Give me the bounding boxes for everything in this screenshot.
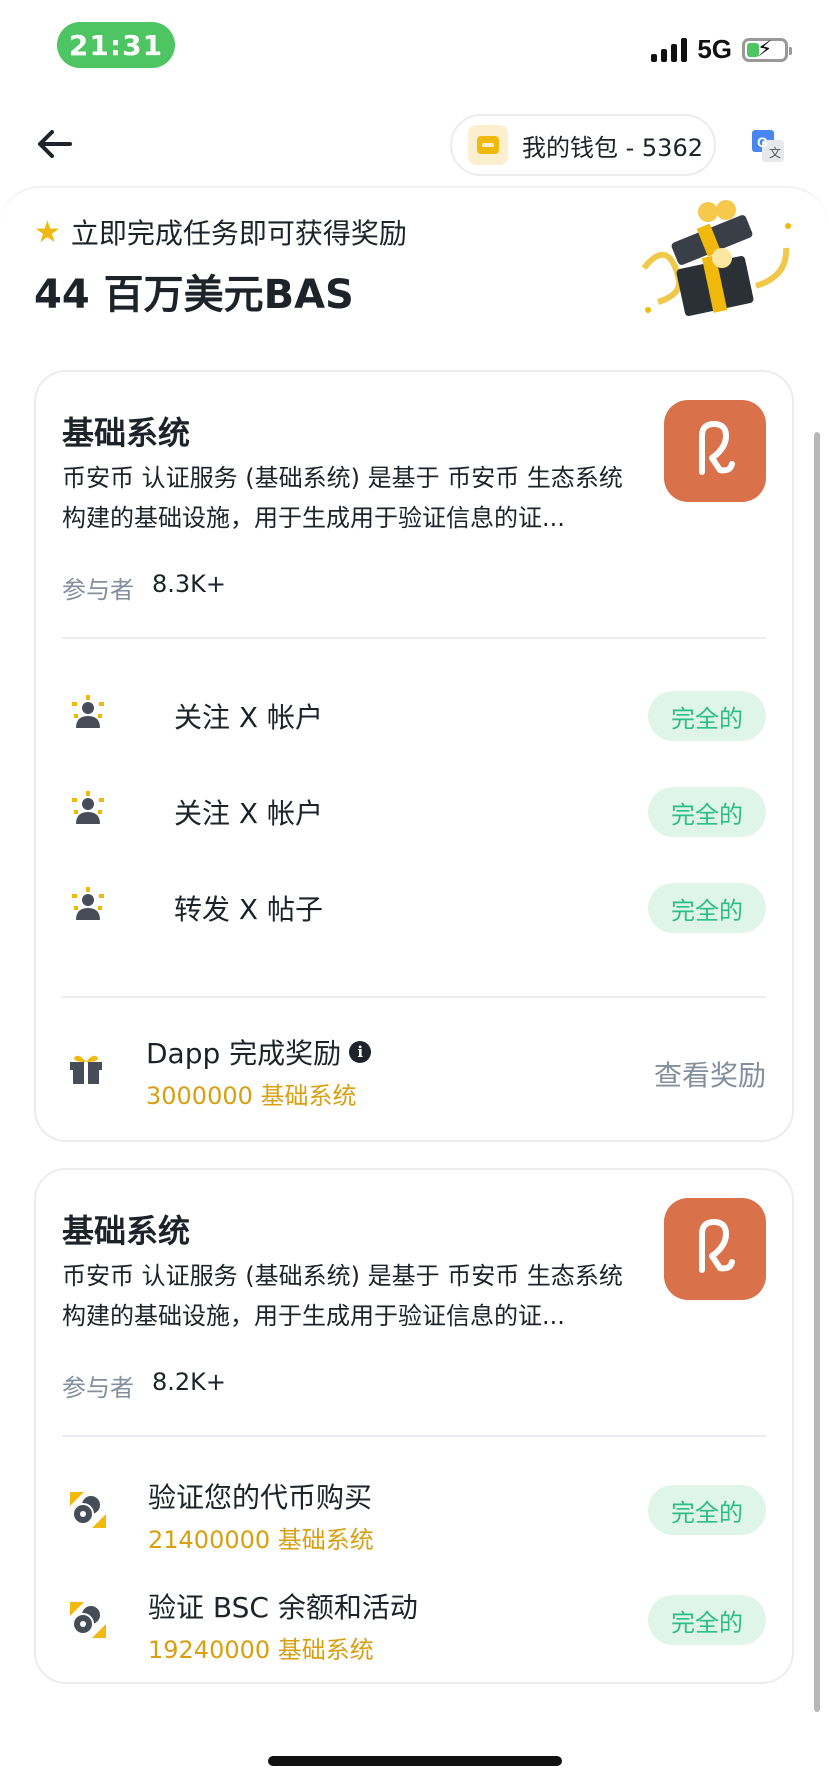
status-indicators: 5G ⚡ xyxy=(651,34,792,65)
task-reward-amount: 21400000 基础系统 xyxy=(148,1526,374,1554)
task-row[interactable]: 验证 BSC 余额和活动 19240000 基础系统 完全的 xyxy=(62,1576,766,1664)
status-badge: 完全的 xyxy=(648,691,766,741)
task-label: 关注 X 帐户 xyxy=(174,797,323,830)
participants-label: 参与者 xyxy=(62,1374,134,1402)
hero-subtitle: 立即完成任务即可获得奖励 xyxy=(70,217,407,250)
user-follow-icon xyxy=(72,791,104,824)
coins-verify-icon xyxy=(70,1602,106,1638)
arrow-left-icon[interactable] xyxy=(34,124,74,164)
wallet-label: 我的钱包 - 5362 xyxy=(522,133,703,162)
reward-amount: 3000000 基础系统 xyxy=(146,1082,357,1110)
project-logo xyxy=(664,1198,766,1300)
project-logo-icon xyxy=(699,1219,735,1273)
card-title: 基础系统 xyxy=(62,414,191,452)
task-label: 验证 BSC 余额和活动 xyxy=(148,1591,418,1624)
task-reward-amount: 19240000 基础系统 xyxy=(148,1636,374,1664)
star-icon: ★ xyxy=(34,214,61,250)
task-label: 转发 X 帖子 xyxy=(174,893,323,926)
participants: 参与者 8.2K+ xyxy=(62,1368,226,1403)
reward-title-row: Dapp 完成奖励 i xyxy=(146,1032,372,1072)
gift-box-illustration xyxy=(641,200,791,317)
task-label: 关注 X 帐户 xyxy=(174,701,323,734)
scrollbar[interactable] xyxy=(814,432,820,1712)
campaign-card[interactable]: 基础系统 币安币 认证服务 (基础系统) 是基于 币安币 生态系统构建的基础设施… xyxy=(34,1168,794,1684)
task-row[interactable]: 转发 X 帖子 完全的 xyxy=(62,878,766,938)
campaign-card[interactable]: 基础系统 币安币 认证服务 (基础系统) 是基于 币安币 生态系统构建的基础设施… xyxy=(34,370,794,1142)
task-label: 验证您的代币购买 xyxy=(148,1481,373,1514)
network-type: 5G xyxy=(697,34,732,64)
project-logo-icon xyxy=(699,421,735,475)
status-badge: 完全的 xyxy=(648,787,766,837)
participants-count: 8.2K+ xyxy=(152,1368,227,1396)
task-row[interactable]: 验证您的代币购买 21400000 基础系统 完全的 xyxy=(62,1466,766,1554)
participants-count: 8.3K+ xyxy=(152,570,227,598)
user-follow-icon xyxy=(72,695,104,728)
home-indicator[interactable] xyxy=(268,1756,562,1766)
participants-label: 参与者 xyxy=(62,576,134,604)
reward-row: Dapp 完成奖励 i 3000000 基础系统 查看奖励 xyxy=(62,1032,766,1112)
task-row[interactable]: 关注 X 帐户 完全的 xyxy=(62,782,766,842)
status-badge: 完全的 xyxy=(648,883,766,933)
card-description: 币安币 认证服务 (基础系统) 是基于 币安币 生态系统构建的基础设施，用于生成… xyxy=(62,464,623,532)
status-time: 21:31 xyxy=(57,22,175,68)
hero-title: 44 百万美元BAS xyxy=(34,272,354,318)
task-row[interactable]: 关注 X 帐户 完全的 xyxy=(62,686,766,746)
reward-title: Dapp 完成奖励 xyxy=(146,1037,342,1070)
hero-subtitle-row: ★ 立即完成任务即可获得奖励 xyxy=(34,212,407,252)
battery-icon: ⚡ xyxy=(742,37,792,62)
status-badge: 完全的 xyxy=(648,1485,766,1535)
view-reward-button[interactable]: 查看奖励 xyxy=(654,1054,766,1094)
info-icon[interactable]: i xyxy=(349,1041,372,1063)
divider xyxy=(62,996,766,998)
translate-icon[interactable]: G 文 xyxy=(750,128,786,164)
divider xyxy=(62,1435,766,1437)
project-logo xyxy=(664,400,766,502)
coins-verify-icon xyxy=(70,1492,106,1528)
wallet-icon xyxy=(468,125,508,165)
wallet-selector[interactable]: 我的钱包 - 5362 xyxy=(450,114,716,176)
svg-text:G: G xyxy=(757,134,768,150)
card-description: 币安币 认证服务 (基础系统) 是基于 币安币 生态系统构建的基础设施，用于生成… xyxy=(62,1262,623,1330)
gift-icon xyxy=(70,1055,102,1084)
card-title: 基础系统 xyxy=(62,1212,191,1250)
svg-text:文: 文 xyxy=(769,145,781,160)
signal-icon xyxy=(651,37,688,62)
user-follow-icon xyxy=(72,887,104,920)
participants: 参与者 8.3K+ xyxy=(62,570,226,605)
status-badge: 完全的 xyxy=(648,1595,766,1645)
divider xyxy=(62,637,766,639)
